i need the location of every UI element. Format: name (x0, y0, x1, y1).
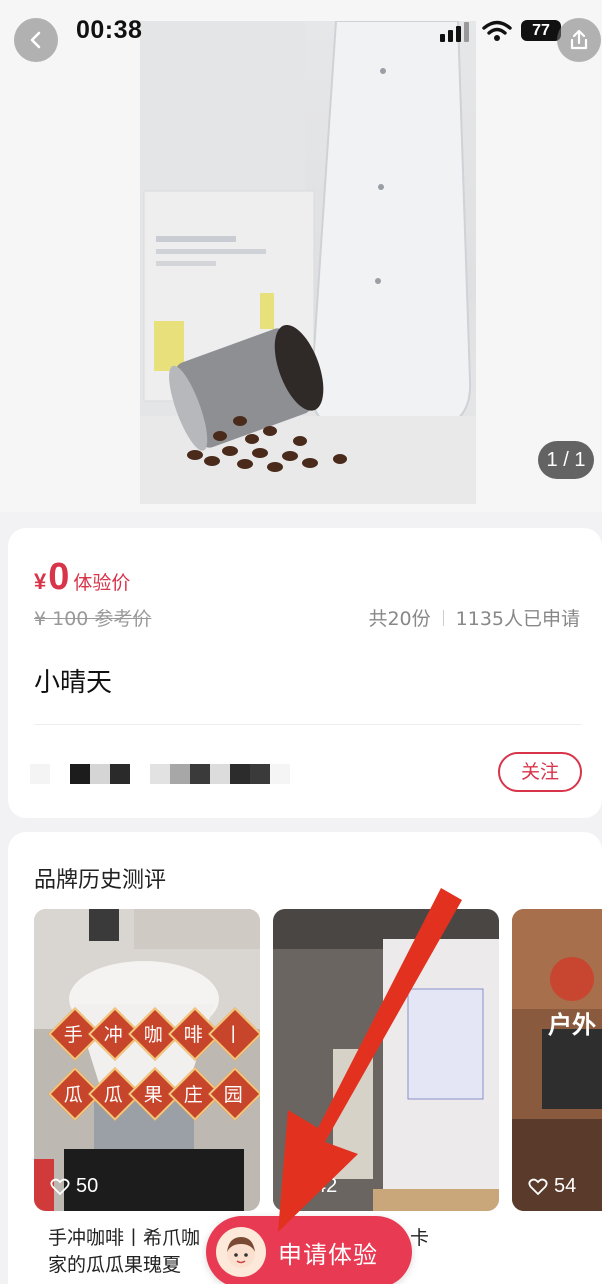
reference-price: ¥ 100 参考价 (34, 608, 152, 630)
review-card[interactable]: 户外 54 (512, 909, 602, 1211)
mascot-icon (227, 1237, 255, 1268)
review-title[interactable]: 卡 (410, 1225, 602, 1252)
product-image-carousel[interactable]: 00:38 77 1 / 1 (0, 0, 602, 512)
applicant-count: 1135人已申请 (455, 608, 580, 630)
follow-button[interactable]: 关注 (498, 752, 582, 792)
status-bar: 00:38 77 (0, 0, 602, 62)
product-info-card: ¥ 0 体验价 ¥ 100 参考价 共20份 1135人已申请 小晴天 关注 (8, 528, 602, 818)
review-thumbnail (34, 909, 260, 1211)
heart-icon (289, 1178, 309, 1195)
review-thumbnail (273, 909, 499, 1211)
brand-name-mosaic (30, 764, 292, 784)
overlay-text: 户外 (548, 1011, 596, 1039)
like-count: 50 (50, 1175, 98, 1198)
divider (34, 724, 582, 725)
wifi-icon (482, 20, 512, 41)
review-card[interactable]: 手 冲 咖 啡 丨 瓜 瓜 果 庄 园 50 (34, 909, 260, 1211)
apply-trial-button[interactable]: 申请体验 (206, 1216, 412, 1284)
heart-icon (528, 1178, 548, 1195)
trial-price: ¥ 0 体验价 (34, 556, 130, 599)
product-photo (140, 21, 476, 504)
battery-indicator: 77 (521, 20, 561, 41)
heart-icon (50, 1178, 70, 1195)
page-indicator: 1 / 1 (538, 441, 594, 479)
back-button[interactable] (14, 18, 58, 62)
mascot-avatar (216, 1227, 266, 1277)
share-button[interactable] (557, 18, 601, 62)
price-currency: ¥ (34, 569, 47, 594)
apply-trial-label: 申请体验 (278, 1240, 378, 1269)
like-count: 54 (528, 1175, 576, 1198)
price-value: 0 (48, 556, 70, 598)
shop-name: 小晴天 (34, 668, 113, 698)
status-time: 00:38 (76, 16, 143, 44)
like-count: 42 (289, 1175, 337, 1198)
review-card[interactable]: 42 (273, 909, 499, 1211)
chevron-left-icon (30, 31, 41, 49)
section-title: 品牌历史测评 (34, 868, 167, 893)
stats-divider (442, 609, 444, 626)
trial-stats: 共20份 1135人已申请 (368, 604, 580, 631)
signal-icon (440, 22, 469, 42)
share-icon (570, 29, 588, 50)
price-label: 体验价 (73, 572, 131, 594)
total-count: 共20份 (368, 608, 431, 630)
review-thumbnail (512, 909, 602, 1211)
